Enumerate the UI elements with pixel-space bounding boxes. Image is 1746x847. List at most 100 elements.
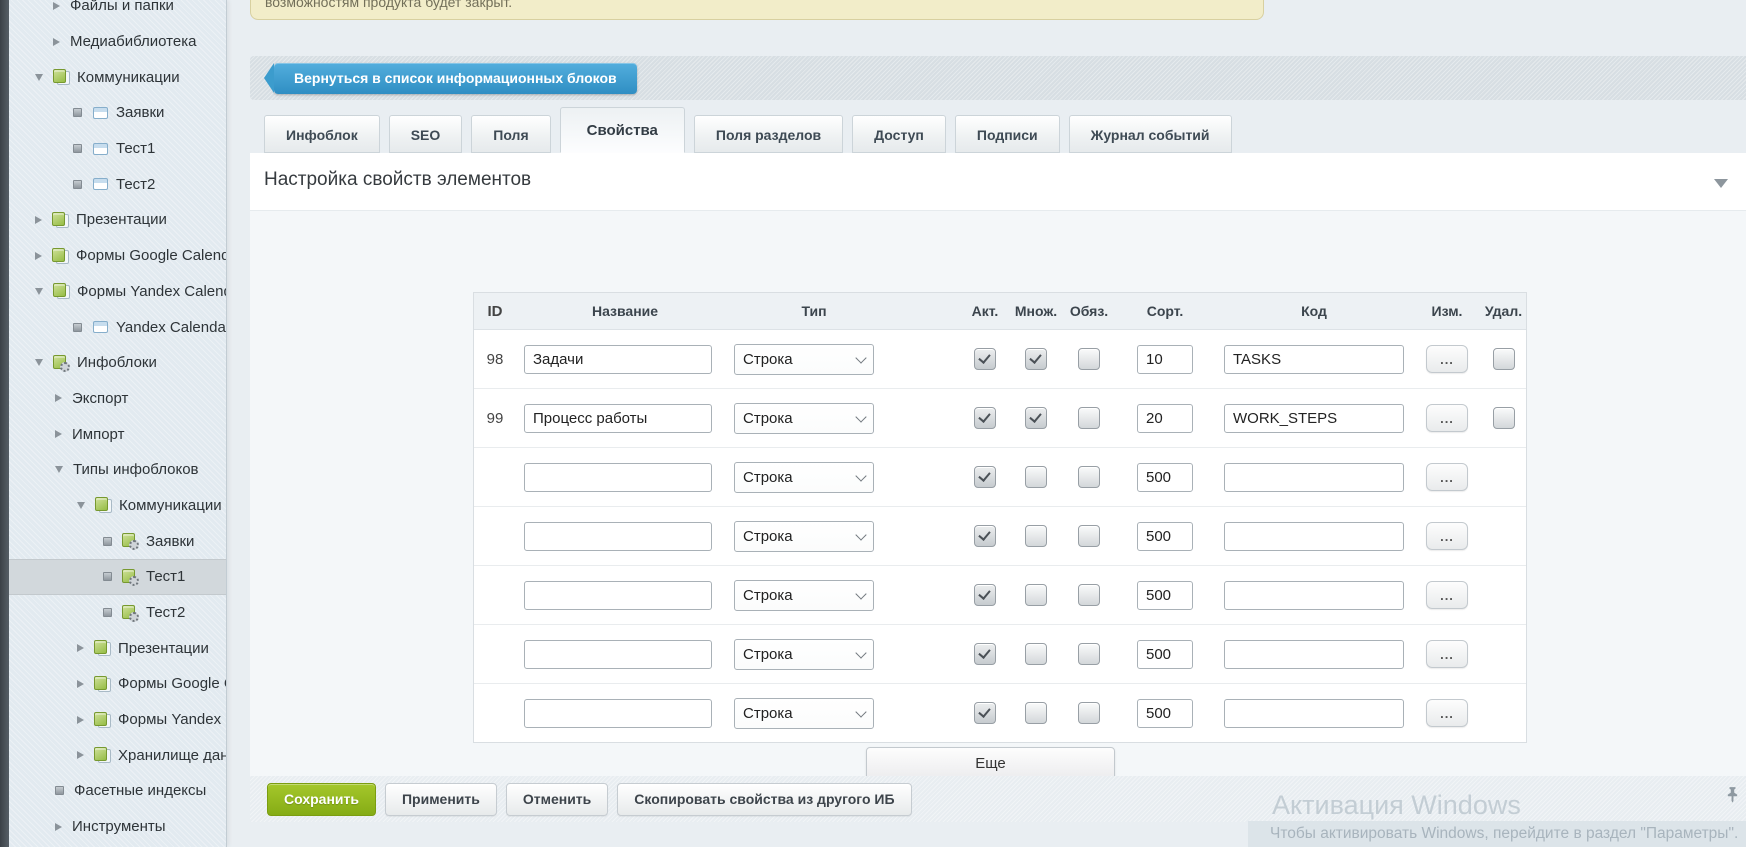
property-name-input[interactable] bbox=[524, 404, 712, 433]
edit-settings-button[interactable]: ... bbox=[1426, 463, 1468, 491]
collapse-arrow-icon[interactable] bbox=[35, 359, 43, 366]
expand-arrow-icon[interactable] bbox=[53, 38, 60, 46]
code-input[interactable] bbox=[1224, 699, 1404, 728]
expand-arrow-icon[interactable] bbox=[77, 716, 84, 724]
multiple-checkbox[interactable] bbox=[1025, 407, 1047, 429]
sidebar-item[interactable]: Презентации bbox=[9, 202, 226, 238]
sidebar-item[interactable]: Хранилище данных bbox=[9, 737, 226, 773]
edit-settings-button[interactable]: ... bbox=[1426, 522, 1468, 550]
expand-arrow-icon[interactable] bbox=[55, 430, 62, 438]
edit-settings-button[interactable]: ... bbox=[1426, 581, 1468, 609]
sort-input[interactable] bbox=[1137, 581, 1193, 610]
sidebar-item[interactable]: Формы Yandex Calendar bbox=[9, 702, 226, 738]
pin-icon[interactable] bbox=[1724, 786, 1741, 803]
sidebar-item[interactable]: Тест2 bbox=[9, 166, 226, 202]
multiple-checkbox[interactable] bbox=[1025, 702, 1047, 724]
required-checkbox[interactable] bbox=[1078, 643, 1100, 665]
sidebar-item[interactable]: Тест1 bbox=[9, 131, 226, 167]
property-type-select[interactable]: Строка bbox=[734, 639, 874, 670]
property-type-select[interactable]: Строка bbox=[734, 580, 874, 611]
back-to-list-button[interactable]: Вернуться в список информационных блоков bbox=[274, 63, 637, 94]
code-input[interactable] bbox=[1224, 345, 1404, 374]
tab-fields[interactable]: Поля bbox=[471, 115, 550, 153]
sidebar-item[interactable]: Формы Google Calendar bbox=[9, 238, 226, 274]
sidebar-item[interactable]: Заявки bbox=[9, 523, 226, 559]
sidebar-item[interactable]: Инфоблоки bbox=[9, 345, 226, 381]
sidebar-item[interactable]: Заявки bbox=[9, 95, 226, 131]
required-checkbox[interactable] bbox=[1078, 702, 1100, 724]
property-name-input[interactable] bbox=[524, 699, 712, 728]
code-input[interactable] bbox=[1224, 522, 1404, 551]
required-checkbox[interactable] bbox=[1078, 584, 1100, 606]
sort-input[interactable] bbox=[1137, 699, 1193, 728]
sort-input[interactable] bbox=[1137, 345, 1193, 374]
copy-properties-button[interactable]: Скопировать свойства из другого ИБ bbox=[617, 783, 911, 816]
tab-access[interactable]: Доступ bbox=[852, 115, 946, 153]
sidebar-item[interactable]: Коммуникации bbox=[9, 59, 226, 95]
collapse-section-icon[interactable] bbox=[1714, 179, 1728, 188]
tab-section-fields[interactable]: Поля разделов bbox=[694, 115, 843, 153]
property-type-select[interactable]: Строка bbox=[734, 521, 874, 552]
property-name-input[interactable] bbox=[524, 640, 712, 669]
tab-infoblock[interactable]: Инфоблок bbox=[264, 115, 380, 153]
sidebar-item[interactable]: Файлы и папки bbox=[9, 0, 226, 24]
edit-settings-button[interactable]: ... bbox=[1426, 699, 1468, 727]
sidebar-item[interactable]: Типы инфоблоков bbox=[9, 452, 226, 488]
required-checkbox[interactable] bbox=[1078, 407, 1100, 429]
sidebar-item[interactable]: Формы Yandex Calendar bbox=[9, 274, 226, 310]
sidebar-item[interactable]: Формы Google Calendar bbox=[9, 666, 226, 702]
sidebar-item[interactable]: Импорт bbox=[9, 416, 226, 452]
required-checkbox[interactable] bbox=[1078, 348, 1100, 370]
required-checkbox[interactable] bbox=[1078, 525, 1100, 547]
tab-signatures[interactable]: Подписи bbox=[955, 115, 1060, 153]
active-checkbox[interactable] bbox=[974, 643, 996, 665]
code-input[interactable] bbox=[1224, 463, 1404, 492]
sidebar-item[interactable]: Инструменты bbox=[9, 809, 226, 845]
expand-arrow-icon[interactable] bbox=[77, 680, 84, 688]
tab-seo[interactable]: SEO bbox=[389, 115, 463, 153]
sidebar-item[interactable]: Презентации bbox=[9, 630, 226, 666]
edit-settings-button[interactable]: ... bbox=[1426, 345, 1468, 373]
property-type-select[interactable]: Строка bbox=[734, 698, 874, 729]
property-type-select[interactable]: Строка bbox=[734, 403, 874, 434]
collapse-arrow-icon[interactable] bbox=[77, 502, 85, 509]
collapse-arrow-icon[interactable] bbox=[35, 74, 43, 81]
sidebar-item[interactable]: Экспорт bbox=[9, 381, 226, 417]
delete-checkbox[interactable] bbox=[1493, 348, 1515, 370]
code-input[interactable] bbox=[1224, 640, 1404, 669]
active-checkbox[interactable] bbox=[974, 702, 996, 724]
active-checkbox[interactable] bbox=[974, 466, 996, 488]
sort-input[interactable] bbox=[1137, 404, 1193, 433]
active-checkbox[interactable] bbox=[974, 525, 996, 547]
multiple-checkbox[interactable] bbox=[1025, 466, 1047, 488]
multiple-checkbox[interactable] bbox=[1025, 525, 1047, 547]
collapse-arrow-icon[interactable] bbox=[55, 466, 63, 473]
save-button[interactable]: Сохранить bbox=[267, 783, 376, 816]
multiple-checkbox[interactable] bbox=[1025, 348, 1047, 370]
code-input[interactable] bbox=[1224, 404, 1404, 433]
expand-arrow-icon[interactable] bbox=[53, 2, 60, 10]
property-name-input[interactable] bbox=[524, 522, 712, 551]
multiple-checkbox[interactable] bbox=[1025, 643, 1047, 665]
sidebar-item[interactable]: Тест1 bbox=[9, 559, 226, 595]
delete-checkbox[interactable] bbox=[1493, 407, 1515, 429]
expand-arrow-icon[interactable] bbox=[77, 751, 84, 759]
expand-arrow-icon[interactable] bbox=[35, 216, 42, 224]
active-checkbox[interactable] bbox=[974, 407, 996, 429]
collapse-arrow-icon[interactable] bbox=[35, 288, 43, 295]
expand-arrow-icon[interactable] bbox=[77, 644, 84, 652]
expand-arrow-icon[interactable] bbox=[55, 394, 62, 402]
edit-settings-button[interactable]: ... bbox=[1426, 640, 1468, 668]
sidebar-item[interactable]: Фасетные индексы bbox=[9, 773, 226, 809]
cancel-button[interactable]: Отменить bbox=[506, 783, 608, 816]
property-type-select[interactable]: Строка bbox=[734, 462, 874, 493]
sidebar-item[interactable]: Yandex Calendar Заявки bbox=[9, 309, 226, 345]
code-input[interactable] bbox=[1224, 581, 1404, 610]
multiple-checkbox[interactable] bbox=[1025, 584, 1047, 606]
apply-button[interactable]: Применить bbox=[385, 783, 497, 816]
tab-properties[interactable]: Свойства bbox=[560, 107, 685, 153]
expand-arrow-icon[interactable] bbox=[35, 252, 42, 260]
property-name-input[interactable] bbox=[524, 463, 712, 492]
sort-input[interactable] bbox=[1137, 522, 1193, 551]
sidebar-item[interactable]: Медиабиблиотека bbox=[9, 24, 226, 60]
